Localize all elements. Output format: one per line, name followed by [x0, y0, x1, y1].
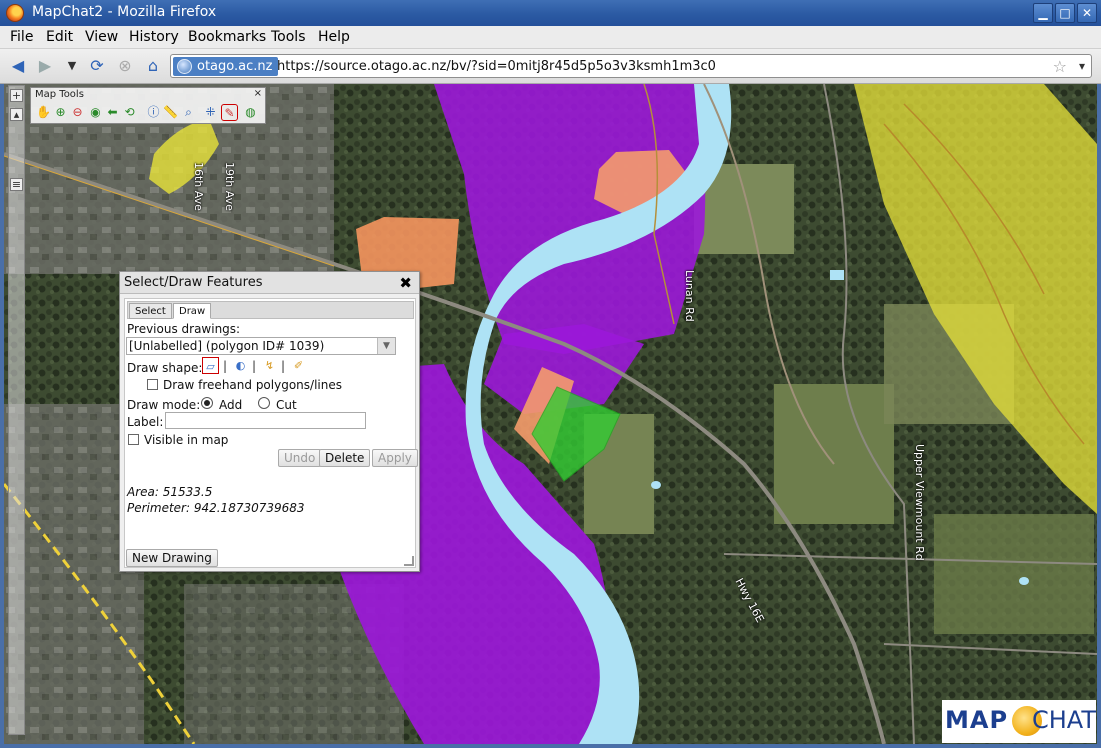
forward-arrow-icon[interactable]: ▶: [35, 56, 55, 76]
delete-button[interactable]: Delete: [319, 449, 371, 467]
line-shape-icon[interactable]: ↯: [261, 357, 278, 374]
tab-select[interactable]: Select: [129, 303, 172, 319]
mode-cut-label: Cut: [276, 398, 297, 412]
area-text: Area: 51533.5: [127, 485, 213, 499]
visible-in-map-label: Visible in map: [144, 433, 229, 447]
window-frame-right: [1097, 84, 1101, 744]
apply-button[interactable]: Apply: [372, 449, 418, 467]
menu-help[interactable]: Help: [318, 29, 350, 45]
url-bar[interactable]: otago.ac.nz https://source.otago.ac.nz/b…: [170, 54, 1092, 78]
dialog-title: Select/Draw Features: [124, 275, 263, 290]
navigation-toolbar: ◀ ▶ ▼ ⟳ ⊗ ⌂ otago.ac.nz https://source.o…: [0, 49, 1101, 84]
menu-bookmarks[interactable]: Bookmarks: [188, 29, 266, 45]
map-tools-close-icon[interactable]: ×: [254, 88, 262, 99]
globe-icon: [177, 59, 192, 74]
logo-chat-text: CHAT: [1032, 706, 1097, 734]
chevron-down-icon[interactable]: ▼: [377, 338, 395, 354]
undo-button[interactable]: Undo: [278, 449, 322, 467]
mode-cut-radio[interactable]: [258, 397, 270, 409]
visible-in-map-checkbox[interactable]: [128, 434, 139, 445]
draw-features-icon[interactable]: ✎: [221, 104, 238, 121]
logo-map-text: MAP: [945, 706, 1009, 734]
site-identity-label: otago.ac.nz: [197, 59, 273, 74]
menu-tools[interactable]: Tools: [271, 29, 306, 45]
zoom-out-icon[interactable]: ⊖: [69, 104, 86, 121]
home-icon[interactable]: ⌂: [143, 56, 163, 76]
zoom-handle[interactable]: ≡: [10, 178, 23, 191]
previous-drawings-label: Previous drawings:: [127, 322, 241, 336]
shape-separator: |: [281, 359, 286, 373]
zoom-in-button[interactable]: +: [10, 89, 23, 102]
road-label-19th-ave: 19th Ave: [223, 162, 236, 211]
road-label-upper-viewmount-rd: Upper Viewmount Rd: [913, 444, 926, 561]
dialog-tabs: Select Draw: [127, 301, 414, 319]
draw-shape-label: Draw shape:: [127, 361, 203, 375]
reload-icon[interactable]: ⟳: [87, 56, 107, 76]
globe-tool-icon[interactable]: ◍: [242, 104, 259, 121]
dialog-body: Select Draw Previous drawings: [Unlabell…: [124, 298, 418, 568]
menu-file[interactable]: File: [10, 29, 33, 45]
refresh-map-icon[interactable]: ⟲: [121, 104, 138, 121]
menu-edit[interactable]: Edit: [46, 29, 73, 45]
history-dropdown-icon[interactable]: ▼: [62, 56, 82, 76]
url-dropdown-icon[interactable]: ▾: [1079, 57, 1085, 76]
minimize-button[interactable]: ▁: [1033, 3, 1053, 23]
dialog-header[interactable]: Select/Draw Features ✖: [120, 272, 419, 294]
window-controls: ▁ □ ✕: [1033, 3, 1097, 23]
zoom-extent-icon[interactable]: ◉: [87, 104, 104, 121]
select-features-icon[interactable]: ⁜: [202, 104, 219, 121]
dialog-close-icon[interactable]: ✖: [399, 274, 412, 292]
road-label-lunan-rd: Lunan Rd: [683, 270, 696, 322]
map-tools-title: Map Tools: [35, 89, 84, 100]
mode-add-label: Add: [219, 398, 243, 412]
shape-separator: |: [223, 359, 228, 373]
map-tools-panel: Map Tools × ✋ ⊕ ⊖ ◉ ⬅ ⟲ ⓘ 📏 ⌕ ⁜ ✎ ◍: [30, 87, 266, 124]
label-input[interactable]: [165, 412, 366, 429]
previous-drawings-select[interactable]: [Unlabelled] (polygon ID# 1039) ▼: [126, 337, 396, 355]
perimeter-text: Perimeter: 942.18730739683: [127, 501, 305, 515]
zoom-slider[interactable]: + ▴ ≡: [8, 85, 25, 735]
draw-mode-label: Draw mode:: [127, 398, 201, 412]
menubar: File Edit View History Bookmarks Tools H…: [0, 26, 1101, 49]
window-frame-left: [0, 84, 4, 744]
shape-separator: |: [252, 359, 257, 373]
query-icon[interactable]: ⌕: [180, 104, 197, 121]
polygon-shape-icon[interactable]: ▱: [202, 357, 219, 374]
menu-history[interactable]: History: [129, 29, 179, 45]
new-drawing-button[interactable]: New Drawing: [126, 549, 218, 567]
window-title: MapChat2 - Mozilla Firefox: [32, 4, 217, 20]
pan-up-button[interactable]: ▴: [10, 108, 23, 121]
road-label-16th-ave: 16th Ave: [192, 162, 205, 211]
mapchat-logo: MAP CHAT: [942, 700, 1096, 743]
freehand-label: Draw freehand polygons/lines: [163, 378, 342, 392]
info-icon[interactable]: ⓘ: [145, 104, 162, 121]
stop-icon[interactable]: ⊗: [115, 56, 135, 76]
tab-draw[interactable]: Draw: [173, 303, 212, 319]
previous-view-icon[interactable]: ⬅: [104, 104, 121, 121]
close-window-button[interactable]: ✕: [1077, 3, 1097, 23]
label-field-label: Label:: [127, 415, 164, 429]
circle-shape-icon[interactable]: ◐: [232, 357, 249, 374]
resize-grip-icon[interactable]: [404, 556, 414, 566]
freehand-checkbox[interactable]: [147, 379, 158, 390]
point-shape-icon[interactable]: ✐: [290, 357, 307, 374]
pan-hand-icon[interactable]: ✋: [35, 104, 52, 121]
star-icon[interactable]: ☆: [1053, 57, 1067, 76]
url-text[interactable]: https://source.otago.ac.nz/bv/?sid=0mitj…: [277, 57, 716, 76]
mode-add-radio[interactable]: [201, 397, 213, 409]
window-frame-bottom: [0, 744, 1101, 748]
firefox-icon: [6, 4, 24, 22]
back-arrow-icon[interactable]: ◀: [8, 56, 28, 76]
previous-drawings-value: [Unlabelled] (polygon ID# 1039): [129, 339, 325, 353]
window-titlebar: MapChat2 - Mozilla Firefox ▁ □ ✕: [0, 0, 1101, 26]
maximize-button[interactable]: □: [1055, 3, 1075, 23]
select-draw-dialog: Select/Draw Features ✖ Select Draw Previ…: [119, 271, 420, 572]
site-identity-button[interactable]: otago.ac.nz: [173, 57, 279, 76]
zoom-in-icon[interactable]: ⊕: [52, 104, 69, 121]
menu-view[interactable]: View: [85, 29, 118, 45]
measure-icon[interactable]: 📏: [162, 104, 179, 121]
